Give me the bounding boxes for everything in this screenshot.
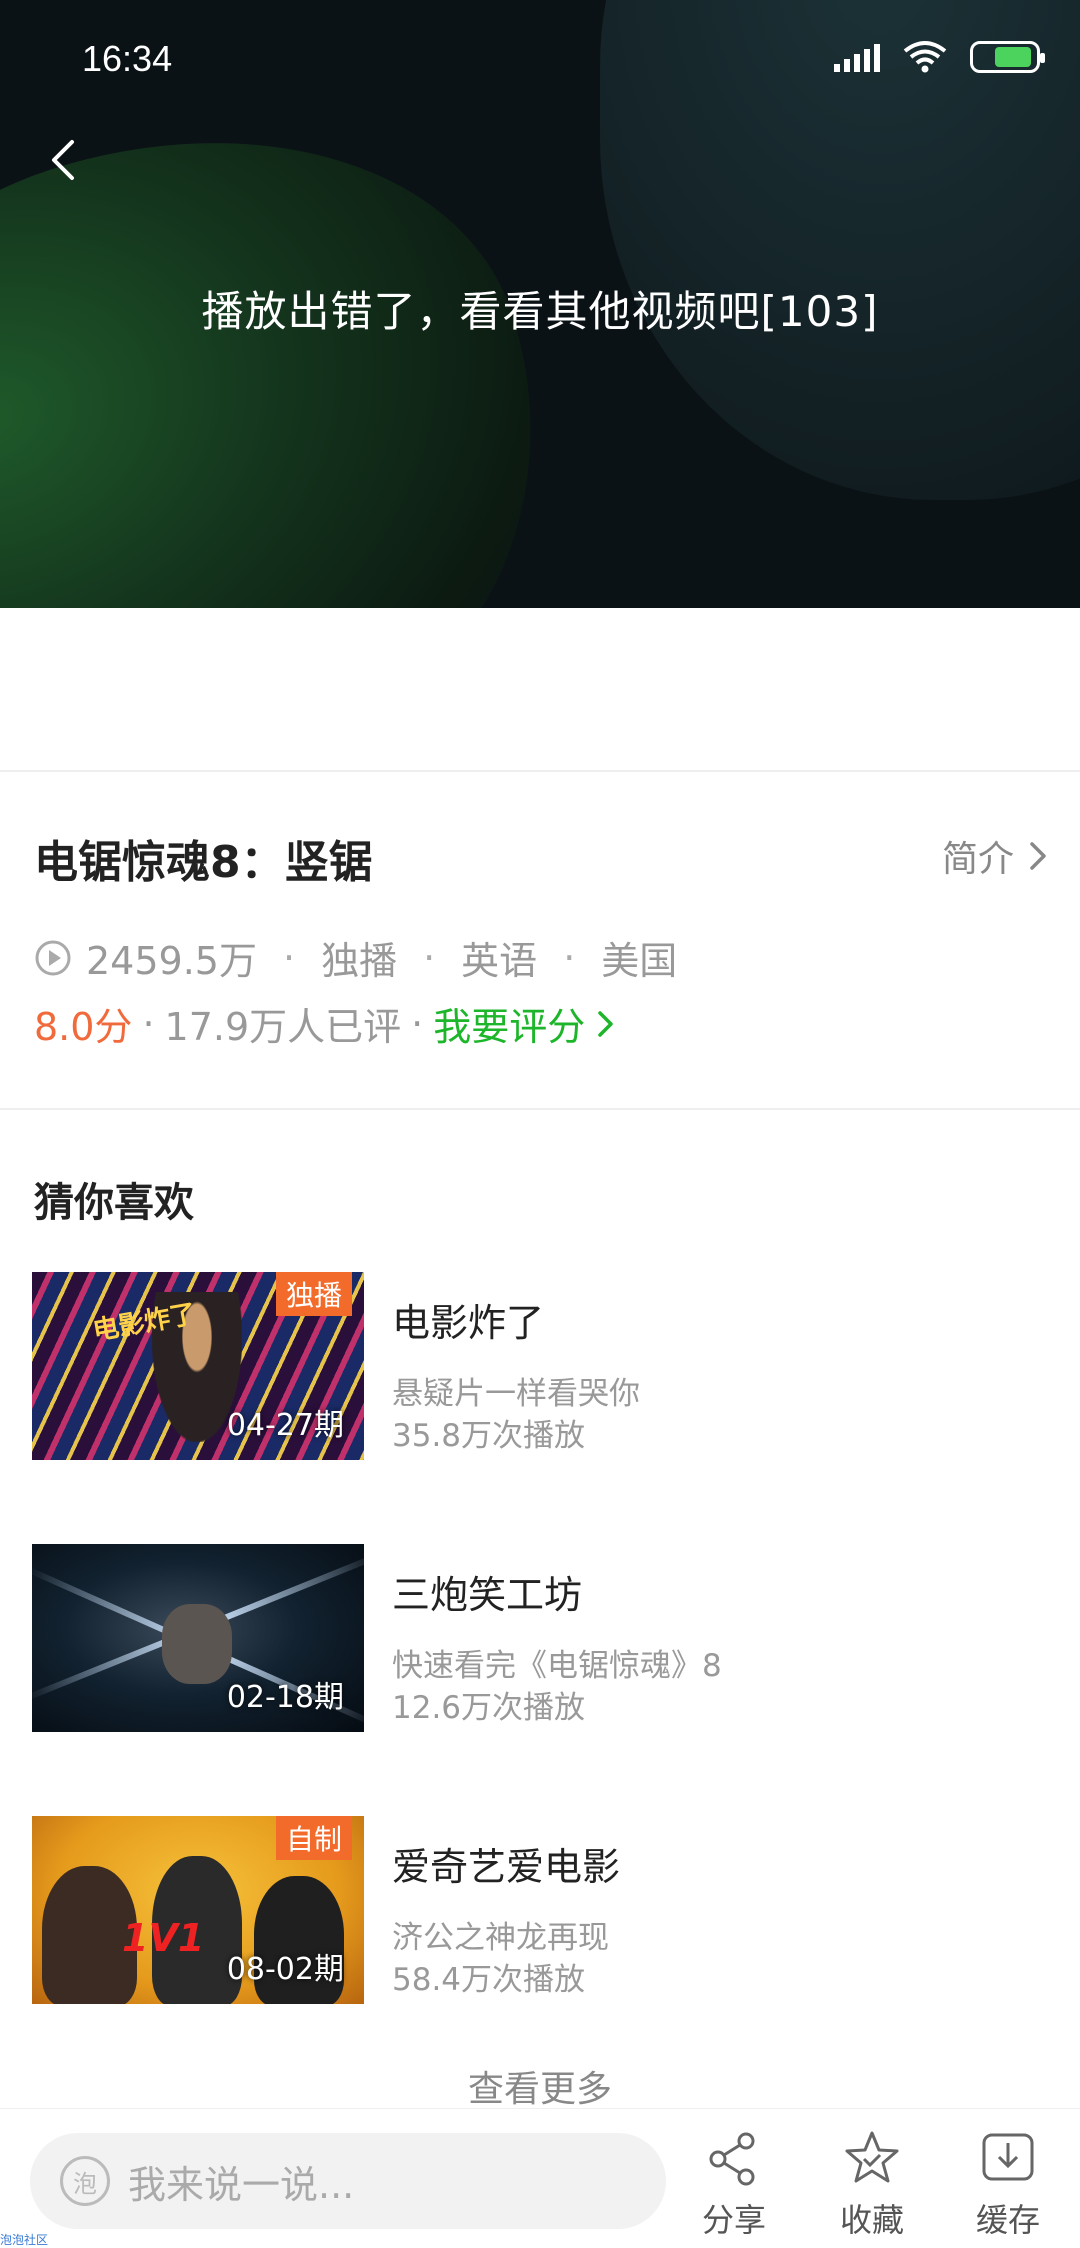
see-more-button[interactable]: 查看更多: [0, 2060, 1080, 2112]
raters-count: 17.9万人已评: [164, 1005, 402, 1049]
recommend-desc: 济公之神龙再现: [392, 1920, 609, 1956]
rate-label: 我要评分: [433, 1005, 586, 1049]
share-icon: [709, 2132, 755, 2186]
signal-icon: [834, 42, 880, 72]
comment-placeholder: 我来说一说...: [128, 2162, 355, 2207]
play-count: 2459.5万: [86, 939, 257, 983]
rate-button[interactable]: 我要评分: [433, 996, 617, 1051]
recommend-title: 电影炸了: [392, 1301, 545, 1345]
intro-label: 简介: [941, 839, 1014, 880]
favorite-label: 收藏: [839, 2201, 904, 2239]
episode-label: 02-18期: [226, 1680, 344, 1715]
meta-tag: 英语: [461, 939, 538, 983]
footer-text: 泡泡社区: [0, 2233, 49, 2247]
episode-label: 08-02期: [226, 1952, 344, 1987]
chevron-right-icon: [598, 1010, 614, 1037]
episode-label: 04-27期: [226, 1408, 344, 1443]
intro-button[interactable]: 简介: [942, 830, 1050, 882]
chevron-right-icon: [1030, 842, 1046, 870]
download-button[interactable]: 缓存: [958, 2129, 1058, 2245]
status-time: 16:34: [82, 38, 173, 79]
thumbnail: 02-18期: [32, 1544, 364, 1732]
thumbnail-badge: 独播: [275, 1272, 352, 1316]
recommend-item[interactable]: 1V1 自制 08-02期 爱奇艺爱电影 济公之神龙再现 58.4万次播放: [32, 1816, 1052, 2004]
recommend-title: 三炮笑工坊: [392, 1573, 583, 1617]
video-player[interactable]: 16:34 播放出错了，看看其他视频吧[103]: [0, 0, 1080, 608]
recommend-plays: 12.6万次播放: [392, 1690, 586, 1726]
share-label: 分享: [701, 2201, 766, 2239]
meta-tag: 独播: [321, 939, 398, 983]
rating-line: 8.0分 · 17.9万人已评 · 我要评分: [34, 996, 617, 1051]
player-error-message: 播放出错了，看看其他视频吧[103]: [201, 287, 879, 336]
divider: [0, 1108, 1080, 1110]
recommend-desc: 快速看完《电锯惊魂》8: [392, 1648, 722, 1684]
video-meta: 2459.5万 · 独播 · 英语 · 美国: [34, 930, 677, 985]
bubble-icon: 泡: [60, 2156, 110, 2206]
battery-icon: [970, 41, 1045, 73]
section-title: 猜你喜欢: [34, 1180, 194, 1226]
recommend-desc: 悬疑片一样看哭你: [392, 1376, 640, 1412]
recommend-item[interactable]: 电影炸了 独播 04-27期 电影炸了 悬疑片一样看哭你 35.8万次播放: [32, 1272, 1052, 1460]
thumbnail: 1V1 自制 08-02期: [32, 1816, 364, 2004]
recommend-plays: 35.8万次播放: [392, 1418, 586, 1454]
play-count-icon: [35, 940, 71, 975]
star-icon: [845, 2131, 899, 2183]
video-title: 电锯惊魂8：竖锯: [34, 837, 373, 888]
thumbnail-badge: 自制: [275, 1816, 352, 1860]
comment-input[interactable]: 泡 我来说一说...: [30, 2133, 666, 2229]
bottom-bar: 泡 我来说一说... 分享 收藏 缓存 泡泡社区: [0, 2108, 1080, 2248]
download-icon: [982, 2133, 1034, 2181]
download-label: 缓存: [975, 2201, 1040, 2239]
favorite-button[interactable]: 收藏: [822, 2129, 922, 2245]
recommend-item[interactable]: 02-18期 三炮笑工坊 快速看完《电锯惊魂》8 12.6万次播放: [32, 1544, 1052, 1732]
back-icon[interactable]: [36, 130, 96, 190]
share-button[interactable]: 分享: [684, 2129, 784, 2245]
status-bar: 16:34: [0, 0, 1080, 120]
wifi-icon: [903, 41, 947, 73]
divider: [0, 770, 1080, 772]
recommend-title: 爱奇艺爱电影: [392, 1845, 621, 1889]
status-icons: [834, 40, 1045, 74]
score: 8.0分: [34, 1005, 133, 1049]
meta-tag: 美国: [601, 939, 678, 983]
thumbnail: 电影炸了 独播 04-27期: [32, 1272, 364, 1460]
recommend-plays: 58.4万次播放: [392, 1962, 586, 1998]
